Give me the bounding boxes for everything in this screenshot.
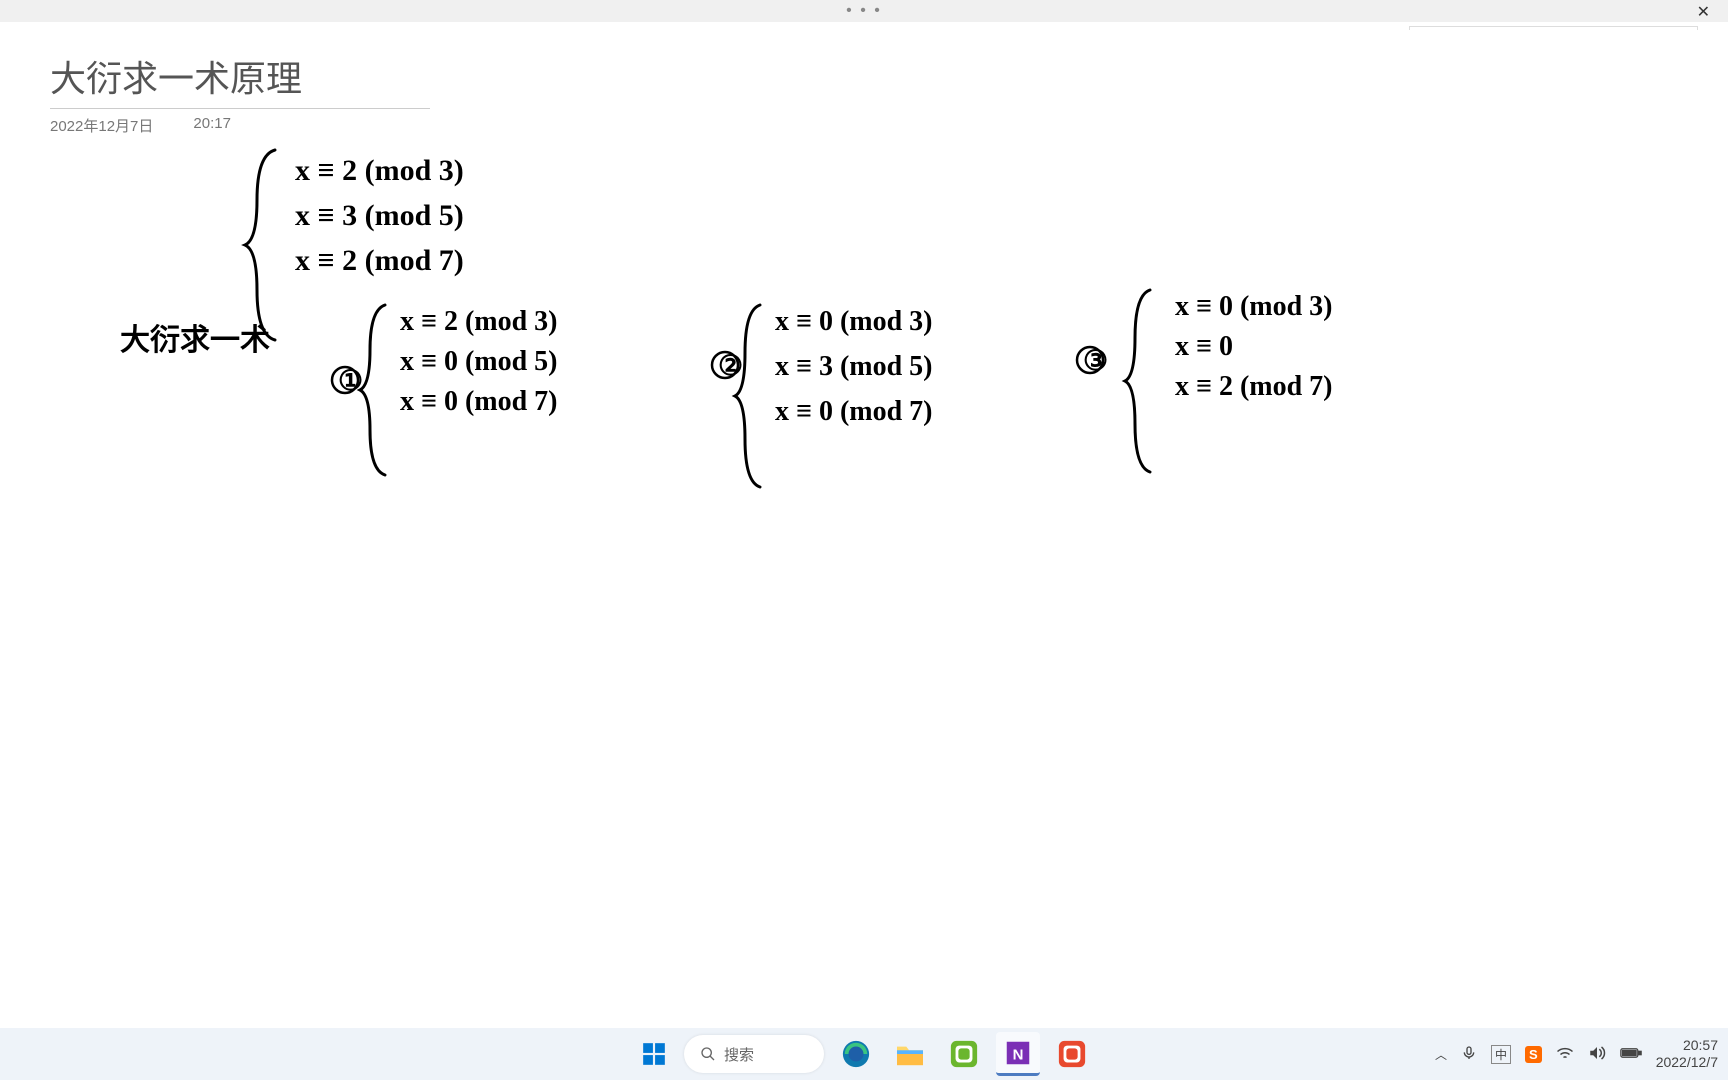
ink-sp1-1: x ≡ 2 (mod 3) [400, 306, 558, 337]
page-title[interactable]: 大衍求一术原理 [50, 50, 430, 109]
start-button[interactable] [634, 1034, 674, 1074]
taskbar: 搜索 N ︿ 中 S 20 [0, 1028, 1728, 1080]
ink-sp3-1: x ≡ 0 (mod 3) [1175, 291, 1333, 322]
taskbar-edge[interactable] [834, 1032, 878, 1076]
tray-clock[interactable]: 20:57 2022/12/7 [1656, 1037, 1718, 1071]
tray-date: 2022/12/7 [1656, 1054, 1718, 1071]
tray-mic-icon[interactable] [1461, 1045, 1477, 1064]
system-tray: ︿ 中 S 20:57 2022/12/7 [1435, 1037, 1718, 1071]
tray-ime-icon[interactable]: 中 [1491, 1045, 1511, 1064]
ink-sp3-2: x ≡ 0 [1175, 331, 1233, 362]
search-icon [700, 1046, 716, 1062]
taskbar-camtasia[interactable] [942, 1032, 986, 1076]
ink-canvas: .hand { font-family: "Segoe Script", "Co… [0, 30, 1728, 930]
note-time: 20:17 [193, 115, 231, 136]
taskbar-snagit[interactable] [1050, 1032, 1094, 1076]
ink-sp2-1: x ≡ 0 (mod 3) [775, 306, 933, 337]
note-page[interactable]: 大衍求一术原理 2022年12月7日 20:17 .hand { font-fa… [0, 30, 1728, 1058]
ink-sp1-2: x ≡ 0 (mod 5) [400, 346, 558, 377]
taskbar-onenote[interactable]: N [996, 1032, 1040, 1076]
search-placeholder: 搜索 [724, 1044, 754, 1065]
ink-method-label: 大衍求一术 [120, 324, 270, 357]
ink-tag-2: ② [718, 351, 743, 382]
ink-sp2-3: x ≡ 0 (mod 7) [775, 396, 933, 427]
page-meta: 2022年12月7日 20:17 [50, 115, 1678, 136]
ink-main-2: x ≡ 3 (mod 5) [295, 199, 464, 232]
ink-tag-3: ③ [1083, 346, 1108, 377]
ink-main-3: x ≡ 2 (mod 7) [295, 244, 464, 277]
tray-volume-icon[interactable] [1588, 1045, 1606, 1064]
ink-sp2-2: x ≡ 3 (mod 5) [775, 351, 933, 382]
titlebar: • • • ✕ [0, 0, 1728, 22]
tray-wifi-icon[interactable] [1556, 1046, 1574, 1063]
ink-tag-1: ① [338, 366, 363, 397]
tray-battery-icon[interactable] [1620, 1046, 1642, 1063]
taskbar-explorer[interactable] [888, 1032, 932, 1076]
note-date: 2022年12月7日 [50, 115, 153, 136]
taskbar-center: 搜索 N [634, 1032, 1094, 1076]
tray-time: 20:57 [1656, 1037, 1718, 1054]
svg-text:N: N [1013, 1046, 1024, 1063]
more-dots-icon[interactable]: • • • [846, 2, 882, 20]
close-button[interactable]: ✕ [1689, 2, 1718, 22]
search-box[interactable]: 搜索 [684, 1035, 824, 1073]
tray-overflow-icon[interactable]: ︿ [1435, 1046, 1447, 1063]
ink-sp3-3: x ≡ 2 (mod 7) [1175, 371, 1333, 402]
ink-sp1-3: x ≡ 0 (mod 7) [400, 386, 558, 417]
ink-main-1: x ≡ 2 (mod 3) [295, 154, 464, 187]
tray-sogou-icon[interactable]: S [1525, 1046, 1542, 1063]
